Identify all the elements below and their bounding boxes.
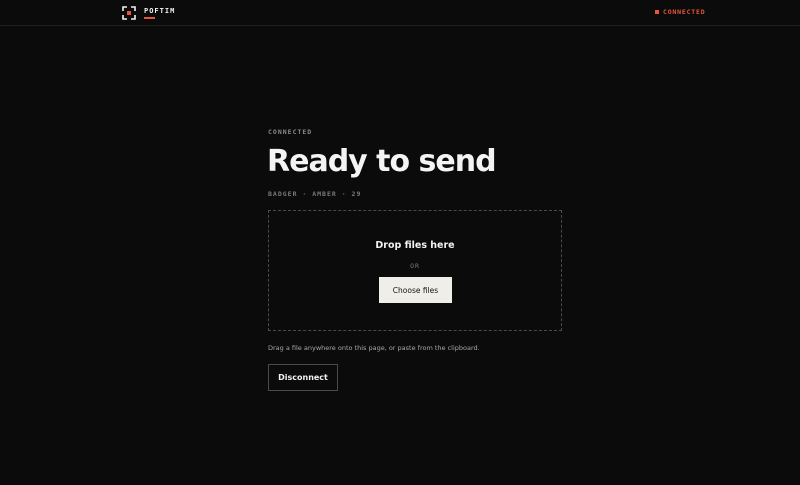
brand-name[interactable]: POFTIM bbox=[144, 7, 175, 15]
section-eyebrow: CONNECTED bbox=[268, 128, 313, 136]
dropzone-title: Drop files here bbox=[375, 240, 455, 251]
top-bar: POFTIM CONNECTED bbox=[0, 0, 800, 26]
choose-files-button[interactable]: Choose files bbox=[379, 277, 452, 303]
disconnect-button[interactable]: Disconnect bbox=[268, 364, 338, 391]
file-dropzone[interactable]: Drop files here OR Choose files bbox=[268, 210, 562, 331]
status-label: CONNECTED bbox=[663, 8, 706, 16]
brand-underline bbox=[144, 17, 155, 19]
viewfinder-icon[interactable] bbox=[122, 5, 136, 20]
status-dot-icon bbox=[655, 10, 659, 14]
dropzone-or-label: OR bbox=[410, 262, 420, 270]
drop-hint: Drag a file anywhere onto this page, or … bbox=[268, 344, 480, 352]
page-title: Ready to send bbox=[267, 144, 497, 179]
connection-status: CONNECTED bbox=[655, 8, 705, 16]
peer-code: BADGER · AMBER · 29 bbox=[268, 190, 362, 198]
